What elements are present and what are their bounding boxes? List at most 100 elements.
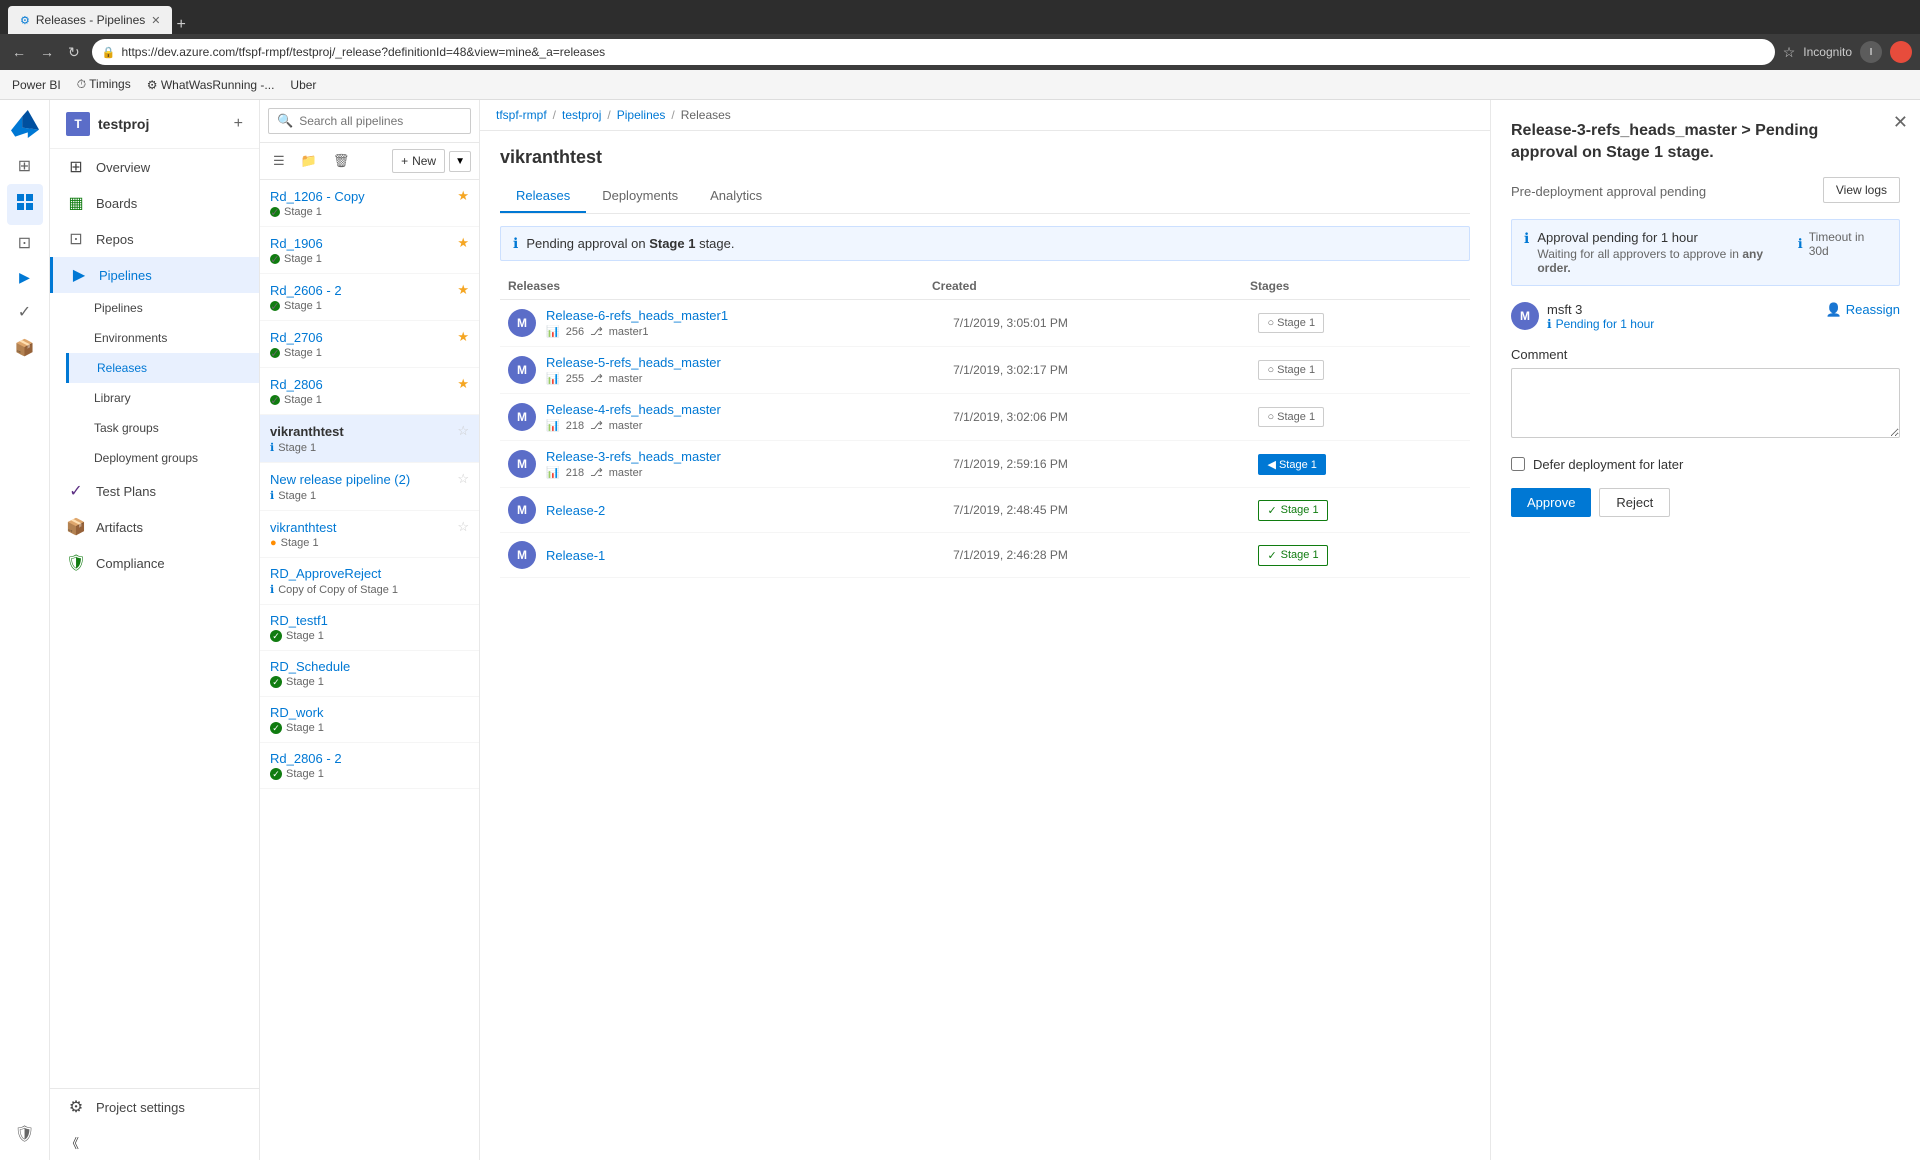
build-number: 255 bbox=[566, 373, 584, 385]
pipeline-item[interactable]: RD_ApproveReject ℹ Copy of Copy of Stage… bbox=[260, 558, 479, 605]
stage-badge[interactable]: ○ Stage 1 bbox=[1258, 360, 1324, 380]
bookmark-uber[interactable]: Uber bbox=[290, 78, 316, 92]
submenu-pipelines[interactable]: Pipelines bbox=[66, 293, 259, 323]
tab-deployments[interactable]: Deployments bbox=[586, 180, 694, 213]
sidebar-item-artifacts[interactable]: 📦 Artifacts bbox=[50, 509, 259, 545]
pipeline-item[interactable]: Rd_2806 - 2 ✓ Stage 1 bbox=[260, 743, 479, 789]
stage-badge[interactable]: ○ Stage 1 bbox=[1258, 313, 1324, 333]
profile-avatar[interactable]: I bbox=[1860, 41, 1882, 63]
back-button[interactable]: ← bbox=[8, 40, 30, 64]
release-name-link[interactable]: Release-6-refs_heads_master1 bbox=[546, 308, 953, 323]
release-name-link[interactable]: Release-5-refs_heads_master bbox=[546, 355, 953, 370]
submenu-deployment-groups-label: Deployment groups bbox=[94, 451, 198, 465]
star-icon[interactable]: ★ bbox=[457, 282, 469, 298]
new-pipeline-button[interactable]: + New bbox=[392, 149, 445, 173]
submenu-releases[interactable]: Releases bbox=[66, 353, 259, 383]
submenu-task-groups[interactable]: Task groups bbox=[66, 413, 259, 443]
stage-badge-pending[interactable]: ◀ Stage 1 bbox=[1258, 454, 1325, 475]
forward-button[interactable]: → bbox=[36, 40, 58, 64]
submenu-environments[interactable]: Environments bbox=[66, 323, 259, 353]
pipeline-item[interactable]: RD_testf1 ✓ Stage 1 bbox=[260, 605, 479, 651]
star-icon[interactable]: ☆ bbox=[457, 471, 469, 487]
sidebar-item-testplans[interactable]: ✓ Test Plans bbox=[50, 473, 259, 509]
approve-button[interactable]: Approve bbox=[1511, 488, 1591, 517]
close-panel-button[interactable]: ✕ bbox=[1893, 112, 1908, 133]
pipeline-item[interactable]: Rd_2606 - 2 ★ ✓ Stage 1 bbox=[260, 274, 479, 321]
project-name-header: T testproj bbox=[66, 112, 149, 136]
address-bar[interactable]: 🔒 https://dev.azure.com/tfspf-rmpf/testp… bbox=[92, 39, 1775, 65]
pipeline-item[interactable]: Rd_2706 ★ ✓ Stage 1 bbox=[260, 321, 479, 368]
profile-icon-red[interactable] bbox=[1890, 41, 1912, 63]
nav-icon-testplans[interactable]: ✓ bbox=[10, 294, 39, 330]
delete-button[interactable]: 🗑 bbox=[328, 150, 355, 172]
bookmark-whatwasrunning[interactable]: ⚙ WhatWasRunning -... bbox=[147, 78, 275, 92]
bookmark-powerbi[interactable]: Power BI bbox=[12, 78, 61, 92]
list-view-button[interactable]: ☰ bbox=[268, 150, 290, 172]
tab-releases[interactable]: Releases bbox=[500, 180, 586, 213]
sidebar-item-pipelines[interactable]: ▶ Pipelines bbox=[50, 257, 259, 293]
bookmark-timings[interactable]: ⏱ Timings bbox=[77, 77, 131, 92]
release-name-link[interactable]: Release-2 bbox=[546, 503, 953, 518]
star-icon[interactable]: ★ bbox=[457, 329, 469, 345]
pipeline-title: RD_ApproveReject bbox=[270, 566, 381, 581]
pipeline-item[interactable]: Rd_2806 ★ ✓ Stage 1 bbox=[260, 368, 479, 415]
submenu-library[interactable]: Library bbox=[66, 383, 259, 413]
new-tab-button[interactable]: + bbox=[176, 16, 185, 34]
pipeline-item[interactable]: Rd_1906 ★ ✓ Stage 1 bbox=[260, 227, 479, 274]
nav-icon-boards[interactable] bbox=[7, 184, 43, 225]
bookmark-icon[interactable]: ☆ bbox=[1783, 44, 1796, 61]
search-input[interactable] bbox=[299, 114, 462, 128]
stage-badge-success[interactable]: ✓ Stage 1 bbox=[1258, 545, 1327, 566]
breadcrumb-pipelines[interactable]: Pipelines bbox=[617, 108, 666, 122]
release-name-link[interactable]: Release-4-refs_heads_master bbox=[546, 402, 953, 417]
release-name-link[interactable]: Release-1 bbox=[546, 548, 953, 563]
pipeline-item[interactable]: Rd_1206 - Copy ★ ✓ Stage 1 bbox=[260, 180, 479, 227]
pipeline-title: vikranthtest bbox=[270, 424, 344, 439]
view-logs-button[interactable]: View logs bbox=[1823, 177, 1900, 203]
search-box[interactable]: 🔍 bbox=[268, 108, 471, 134]
add-project-button[interactable]: + bbox=[234, 115, 243, 133]
browser-chrome: ← → ↻ 🔒 https://dev.azure.com/tfspf-rmpf… bbox=[0, 34, 1920, 70]
folder-view-button[interactable]: 📁 bbox=[296, 150, 322, 172]
reject-button[interactable]: Reject bbox=[1599, 488, 1670, 517]
tab-close-btn[interactable]: ✕ bbox=[151, 14, 160, 27]
breadcrumb-org[interactable]: tfspf-rmpf bbox=[496, 108, 547, 122]
active-tab[interactable]: ⚙ Releases - Pipelines ✕ bbox=[8, 6, 172, 34]
comment-textarea[interactable] bbox=[1511, 368, 1900, 438]
pipeline-item-active[interactable]: vikranthtest ☆ ℹ Stage 1 bbox=[260, 415, 479, 463]
pipeline-name: Rd_1906 ★ bbox=[270, 235, 469, 251]
azure-devops-logo[interactable] bbox=[9, 108, 41, 140]
nav-icon-compliance[interactable]: 🛡 bbox=[6, 1116, 42, 1152]
star-icon[interactable]: ★ bbox=[457, 188, 469, 204]
stage-badge-success[interactable]: ✓ Stage 1 bbox=[1258, 500, 1327, 521]
nav-icon-repos[interactable]: ⊡ bbox=[10, 225, 39, 261]
star-icon[interactable]: ★ bbox=[457, 235, 469, 251]
submenu-deployment-groups[interactable]: Deployment groups bbox=[66, 443, 259, 473]
breadcrumb-project[interactable]: testproj bbox=[562, 108, 601, 122]
pipeline-item[interactable]: RD_Schedule ✓ Stage 1 bbox=[260, 651, 479, 697]
star-icon[interactable]: ☆ bbox=[457, 423, 469, 439]
tab-releases-label: Releases bbox=[516, 188, 570, 203]
sidebar-item-boards[interactable]: ▦ Boards bbox=[50, 185, 259, 221]
release-name-link[interactable]: Release-3-refs_heads_master bbox=[546, 449, 953, 464]
collapse-sidebar-btn[interactable]: 《 bbox=[50, 1125, 259, 1160]
defer-checkbox-input[interactable] bbox=[1511, 457, 1525, 471]
reassign-button[interactable]: 👤 Reassign bbox=[1826, 302, 1900, 318]
nav-icon-overview[interactable]: ⊞ bbox=[10, 148, 39, 184]
tab-analytics[interactable]: Analytics bbox=[694, 180, 778, 213]
star-icon[interactable]: ★ bbox=[457, 376, 469, 392]
stage-badge[interactable]: ○ Stage 1 bbox=[1258, 407, 1324, 427]
sidebar-item-overview[interactable]: ⊞ Overview bbox=[50, 149, 259, 185]
nav-icon-artifacts[interactable]: 📦 bbox=[7, 330, 43, 366]
nav-icon-pipelines[interactable]: ▶ bbox=[11, 261, 38, 294]
sidebar-item-repos[interactable]: ⊡ Repos bbox=[50, 221, 259, 257]
pipeline-item[interactable]: New release pipeline (2) ☆ ℹ Stage 1 bbox=[260, 463, 479, 511]
project-settings-item[interactable]: ⚙ Project settings bbox=[50, 1089, 259, 1125]
pipeline-item[interactable]: vikranthtest ☆ ● Stage 1 bbox=[260, 511, 479, 558]
star-icon[interactable]: ☆ bbox=[457, 519, 469, 535]
new-pipeline-dropdown[interactable]: ▼ bbox=[449, 151, 471, 172]
pipeline-item[interactable]: RD_work ✓ Stage 1 bbox=[260, 697, 479, 743]
approver-row: M msft 3 ℹ Pending for 1 hour 👤 Reassign bbox=[1511, 302, 1900, 331]
reload-button[interactable]: ↻ bbox=[64, 40, 84, 65]
sidebar-item-compliance[interactable]: 🛡 Compliance bbox=[50, 545, 259, 581]
